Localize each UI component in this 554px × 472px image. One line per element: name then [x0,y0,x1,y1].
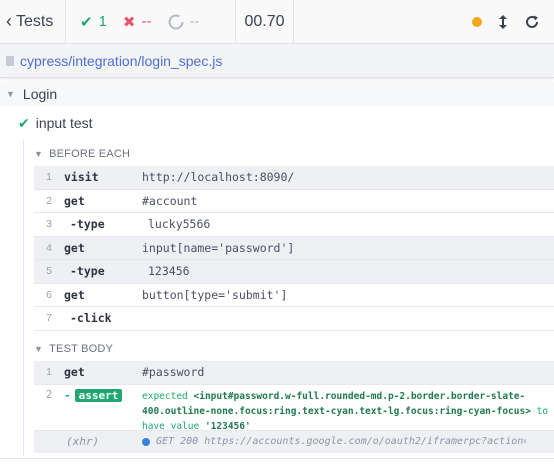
test-body-header[interactable]: ▼ TEST BODY [34,339,554,359]
command-message: #account [142,193,198,208]
command-row[interactable]: 2 get #account [34,190,554,213]
expand-vertical-icon[interactable] [498,14,508,30]
xhr-row[interactable]: (xhr) GET 200 https://accounts.google.co… [34,430,554,453]
command-number: 6 [46,288,52,301]
command-number: 5 [46,265,52,278]
failed-count: -- [141,13,152,30]
check-icon: ✔ [18,114,30,131]
command-name: visit [64,170,99,185]
command-row[interactable]: 1 visit http://localhost:8090/ [34,166,554,190]
command-message: #password [142,365,205,380]
chevron-left-icon: ‹ [6,11,12,31]
command-number: 2 [46,194,52,207]
assert-expected-word: expected [142,390,188,402]
assert-value: '123456' [204,420,251,432]
assert-name: - assert [64,388,142,402]
x-icon: ✖ [122,13,136,31]
command-number: 1 [46,171,52,184]
command-name: get [64,365,85,380]
command-row[interactable]: 1 get #password [34,361,554,385]
command-name: -click [70,311,112,326]
duration-value: 00.70 [244,12,285,30]
command-message: lucky5566 [148,217,211,232]
caret-down-icon: ▼ [6,89,15,99]
command-number: 4 [46,241,52,254]
command-name: -type [70,217,105,232]
command-row[interactable]: 4 get input[name='password'] [34,236,554,260]
command-number: 1 [46,366,52,379]
tests-label: Tests [16,12,54,30]
check-icon: ✔ [80,13,93,31]
running-indicator-icon [472,16,482,27]
command-name: -type [70,264,105,279]
header-controls [472,0,554,43]
command-row[interactable]: 3 -type lucky5566 [34,213,554,237]
command-message: button[type='submit'] [142,287,288,302]
tests-button[interactable]: ‹ Tests [0,0,66,43]
assert-badge: assert [74,388,123,402]
caret-down-icon: ▼ [34,149,44,159]
command-message: 123456 [148,264,190,279]
suite-title: Login [22,86,58,102]
xhr-status-dot-icon [142,437,150,446]
command-name: get [64,240,85,255]
file-icon [6,55,14,66]
command-row[interactable]: 5 -type 123456 [34,260,554,284]
pending-circle-icon [168,14,183,29]
passed-count: 1 [98,13,107,30]
pending-count: -- [189,13,200,30]
command-name: get [64,193,85,208]
spec-file-link[interactable]: cypress/integration/login_spec.js [20,53,222,69]
assert-selector: <input#password.w-full.rounded-md.p-2.bo… [142,390,531,417]
command-number: 7 [46,312,52,325]
passed-stat: ✔ 1 [80,13,107,31]
header-spacer [294,0,472,43]
command-message: http://localhost:8090/ [142,170,295,185]
test-header[interactable]: ✔ input test [0,112,554,134]
command-name: get [64,287,85,302]
xhr-message: GET 200 https://accounts.google.com/o/oa… [156,436,526,447]
before-each-commands: 1 visit http://localhost:8090/ 2 get #ac… [34,166,554,331]
assert-dash: - [64,388,71,402]
command-number: 3 [46,218,52,231]
failed-stat: ✖ -- [123,13,152,31]
spec-file-bar: cypress/integration/login_spec.js [0,44,554,78]
assert-row[interactable]: 2 - assert expected <input#password.w-fu… [34,385,554,434]
command-number: 2 [45,388,53,401]
stats: ✔ 1 ✖ -- -- [66,0,236,43]
duration: 00.70 [236,0,294,43]
rerun-icon[interactable] [524,14,540,30]
command-row[interactable]: 6 get button[type='submit'] [34,284,554,307]
test-body-commands: 1 get #password 2 - assert expected <inp… [34,361,554,453]
caret-down-icon: ▼ [34,344,44,354]
before-each-header[interactable]: ▼ BEFORE EACH [34,144,554,164]
divider [0,458,554,459]
command-row[interactable]: 7 -click [34,307,554,331]
assert-message: expected <input#password.w-full.rounded-… [142,389,552,434]
reporter-header: ‹ Tests ✔ 1 ✖ -- -- 00.70 [0,0,554,44]
pending-stat: -- [168,13,200,30]
xhr-label: (xhr) [66,435,100,448]
test-body-label: TEST BODY [49,343,114,355]
indent-guide [23,140,24,456]
test-title: input test [35,115,93,131]
before-each-label: BEFORE EACH [49,148,131,160]
suite-header[interactable]: ▼ Login [0,82,554,106]
command-message: input[name='password'] [142,240,295,255]
